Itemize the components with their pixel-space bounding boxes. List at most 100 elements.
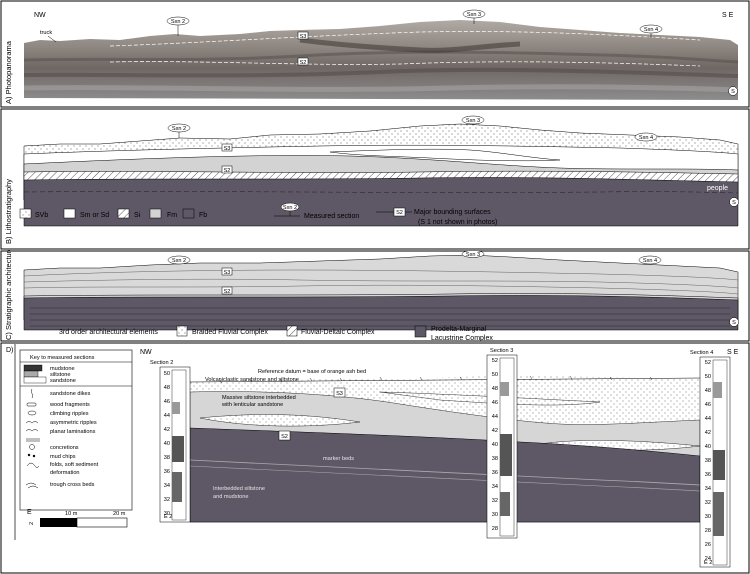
svg-text:34: 34 [164, 483, 170, 489]
key-climbing: climbing ripples [50, 411, 89, 417]
panel-b-title: B) Lithostratigraphy [4, 179, 13, 244]
legend-svb: SVb [35, 212, 48, 219]
legend-braided: Braided Fluvial Complex [192, 329, 268, 336]
litho-fb [23, 177, 739, 227]
svg-text:Sxn 3: Sxn 3 [466, 118, 480, 124]
svg-text:10 m: 10 m [65, 511, 78, 517]
panel-d-label: D) [6, 347, 13, 354]
key-planar: planar laminations [50, 429, 96, 435]
legend-si: Si [134, 212, 141, 219]
svg-text:Section 2: Section 2 [150, 360, 173, 366]
panel-d-sections: D) Key to measured sections mudstone sil… [0, 342, 750, 574]
key-sandstone: sandstone [50, 378, 76, 384]
people-label: people [707, 185, 728, 192]
svg-text:48: 48 [705, 388, 711, 394]
svg-text:Sxn 4: Sxn 4 [639, 135, 653, 141]
truck-label: truck [40, 30, 52, 36]
svg-text:34: 34 [492, 484, 498, 490]
panel-b-lithostratigraphy: B) Lithostratigraphy Sxn 2 Sxn 3 Sxn 4 S… [0, 108, 750, 250]
panel-c-circle: S [729, 317, 739, 327]
key-mudchips: mud chips [50, 454, 76, 460]
svg-text:46: 46 [164, 399, 170, 405]
panel-b-s2: S2 [221, 165, 233, 174]
svg-text:S3: S3 [300, 34, 307, 40]
svg-text:42: 42 [492, 428, 498, 434]
svg-text:40: 40 [492, 442, 498, 448]
panel-a-title: A) Photopanorama [4, 40, 13, 104]
svg-text:48: 48 [164, 385, 170, 391]
legend-deltaic: Fluvial-Deltaic Complex [301, 329, 375, 336]
svg-text:46: 46 [705, 402, 711, 408]
d-s2-box: S2 [278, 430, 291, 441]
svg-text:30: 30 [492, 512, 498, 518]
key-asymmetric: asymmetric ripples [50, 420, 97, 426]
d-datum: Reference datum = base of orange ash bed [258, 369, 366, 375]
svg-text:28: 28 [705, 528, 711, 534]
svg-text:38: 38 [492, 456, 498, 462]
svg-text:50: 50 [705, 374, 711, 380]
svg-text:(S 1 not shown in photos): (S 1 not shown in photos) [418, 219, 497, 226]
key-concretions: concretions [50, 445, 79, 451]
d-s3-box: S3 [333, 387, 346, 398]
svg-text:Sxn 4: Sxn 4 [644, 27, 658, 33]
svg-text:50: 50 [164, 371, 170, 377]
section-2-column: Section 2 E 2 50 48 46 44 42 40 38 36 34… [150, 360, 191, 523]
svg-text:44: 44 [164, 413, 170, 419]
panel-a-s3: S3 [297, 31, 309, 40]
panel-c-architecture: C) Stratigraphic architecture Sxn 2 Sxn … [0, 250, 750, 342]
panel-a-circle: S [728, 86, 738, 96]
d-nw: NW [140, 349, 152, 356]
key-trough: trough cross beds [50, 482, 95, 488]
svg-text:38: 38 [164, 455, 170, 461]
svg-text:20 m: 20 m [113, 511, 126, 517]
svg-text:Sxn 2: Sxn 2 [171, 19, 185, 25]
svg-text:Sxn 2: Sxn 2 [283, 205, 297, 211]
svg-text:44: 44 [705, 416, 711, 422]
panel-a-photopanorama: A) Photopanorama NW S E truck Sxn 2 Sxn … [0, 0, 750, 108]
panel-b-sxn3: Sxn 3 [461, 115, 485, 125]
svg-text:S: S [732, 200, 736, 206]
svg-text:Measured section: Measured section [304, 213, 359, 220]
panel-c-s2: S2 [221, 286, 233, 295]
panel-b-circle: S [729, 197, 739, 207]
svg-text:36: 36 [164, 469, 170, 475]
svg-text:40: 40 [164, 441, 170, 447]
key-silt-swatch [23, 370, 39, 378]
d-volcaniclastic: Volcaniclastic sandstone and siltstone [205, 377, 299, 383]
legend-prodelta: Prodelta-Marginal [431, 326, 487, 333]
svg-text:48: 48 [492, 386, 498, 392]
svg-text:Sxn 2: Sxn 2 [172, 126, 186, 132]
svg-text:32: 32 [705, 500, 711, 506]
key-sand-swatch [23, 376, 47, 384]
panel-a-nw: NW [34, 12, 46, 19]
panel-b-s3: S3 [221, 143, 233, 152]
svg-text:S: S [732, 320, 736, 326]
svg-text:42: 42 [705, 430, 711, 436]
panel-a-se: S E [722, 12, 734, 19]
svg-text:S2: S2 [300, 60, 307, 66]
svg-text:Sxn 2: Sxn 2 [172, 258, 186, 264]
panel-c-sxn2: Sxn 2 [167, 255, 191, 265]
svg-text:30: 30 [705, 514, 711, 520]
svg-text:32: 32 [492, 498, 498, 504]
legend-fb: Fb [199, 212, 207, 219]
svg-text:40: 40 [705, 444, 711, 450]
panel-c-s3: S3 [221, 267, 233, 276]
key-folds: folds, soft sediment [50, 462, 99, 468]
svg-text:36: 36 [705, 472, 711, 478]
key-title: Key to measured sections [30, 355, 95, 361]
legend-prodelta-2: Lacustrine Complex [431, 335, 493, 342]
svg-text:S2: S2 [396, 210, 403, 216]
svg-text:S2: S2 [224, 289, 231, 295]
arch-prodelta [23, 295, 739, 331]
legend-braided-swatch [176, 325, 188, 337]
svg-text:Major bounding surfaces: Major bounding surfaces [414, 209, 491, 216]
svg-text:52: 52 [705, 360, 711, 366]
svg-text:26: 26 [705, 542, 711, 548]
svg-text:2: 2 [29, 522, 35, 525]
svg-text:34: 34 [705, 486, 711, 492]
section-3-column: Section 3 52 50 48 46 44 42 40 38 36 34 … [486, 348, 518, 539]
svg-text:32: 32 [164, 497, 170, 503]
legend-prodelta-swatch [414, 325, 427, 338]
svg-text:50: 50 [492, 372, 498, 378]
